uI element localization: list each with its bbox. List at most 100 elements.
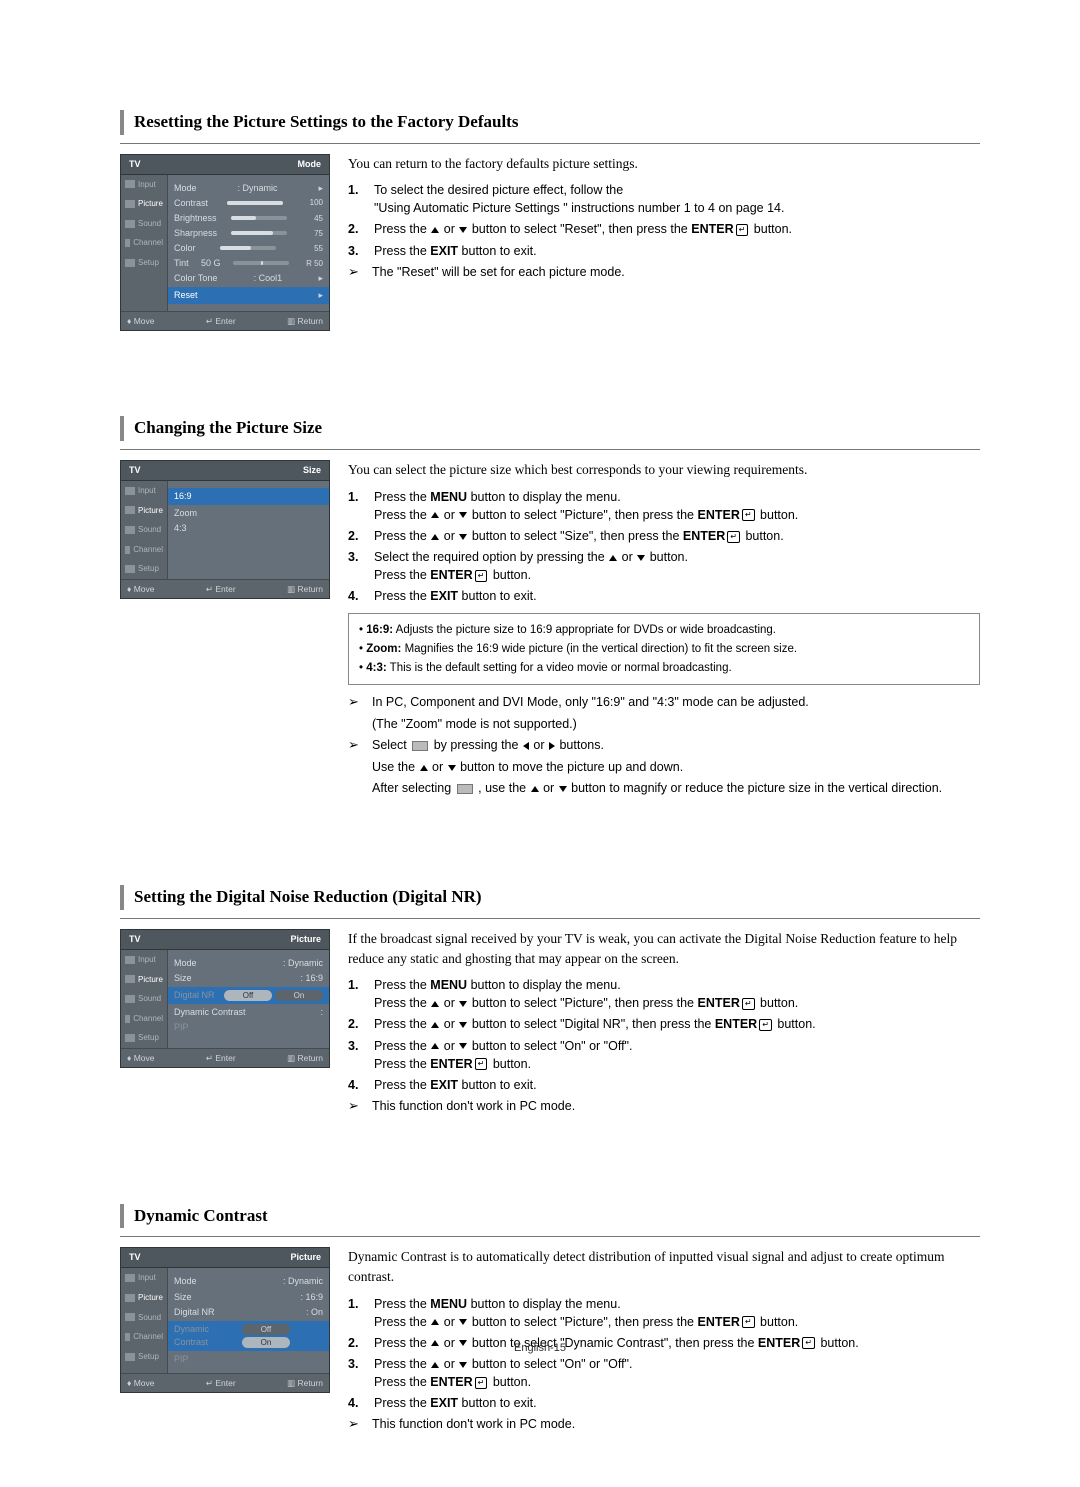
down-icon: [559, 786, 567, 792]
down-icon: [459, 512, 467, 518]
section: Changing the Picture SizeTVSizeInputPict…: [120, 416, 980, 800]
step-item: 4.Press the EXIT button to exit.: [348, 587, 980, 605]
osd-row: Brightness45: [174, 212, 323, 225]
step-item: 2.Press the or button to select "Reset",…: [348, 220, 980, 238]
section: Dynamic ContrastTVPictureInputPictureSou…: [120, 1204, 980, 1437]
note-arrow-icon: [348, 758, 364, 776]
note-arrow-icon: ➢: [348, 736, 364, 755]
step-item: 3.Press the or button to select "On" or …: [348, 1037, 980, 1073]
down-icon: [459, 227, 467, 233]
section-intro: You can select the picture size which be…: [348, 460, 980, 480]
osd-side-item: Sound: [121, 1308, 167, 1328]
osd-row: Zoom: [174, 507, 323, 520]
osd-side-item: Setup: [121, 559, 167, 579]
section-intro: You can return to the factory defaults p…: [348, 154, 980, 174]
menu-category-icon: [125, 220, 135, 228]
enter-icon: ↵: [475, 1058, 488, 1070]
up-icon: [431, 1319, 439, 1325]
osd-foot-return: ▥ Return: [287, 315, 323, 327]
osd-row: Size: 16:9: [174, 972, 323, 985]
osd-foot-move: ♦ Move: [127, 1377, 154, 1389]
note-arrow-icon: ➢: [348, 693, 364, 712]
up-icon: [431, 1362, 439, 1368]
osd-panel: TVPictureInputPictureSoundChannelSetupMo…: [120, 1247, 330, 1393]
osd-row: Digital NROffOn: [168, 987, 329, 1004]
osd-subtitle: Picture: [290, 1251, 321, 1264]
osd-side-item: Input: [121, 175, 167, 195]
osd-side-item: Picture: [121, 1288, 167, 1308]
section-intro: Dynamic Contrast is to automatically det…: [348, 1247, 980, 1286]
menu-category-icon: [125, 1333, 130, 1341]
osd-foot-return: ▥ Return: [287, 583, 323, 595]
page: Resetting the Picture Settings to the Fa…: [0, 0, 1080, 1487]
step-item: 4.Press the EXIT button to exit.: [348, 1394, 980, 1412]
osd-foot-enter: ↵ Enter: [206, 1052, 236, 1064]
osd-row: Mode: Dynamic▸: [174, 182, 323, 195]
menu-category-icon: [125, 956, 135, 964]
osd-side-item: Sound: [121, 214, 167, 234]
menu-category-icon: [125, 1294, 135, 1302]
osd-title: TV: [129, 158, 141, 171]
enter-icon: ↵: [742, 509, 755, 521]
down-icon: [459, 1319, 467, 1325]
osd-row: Reset▸: [168, 287, 329, 304]
osd-row: Digital NR: On: [174, 1306, 323, 1319]
right-icon: [549, 742, 555, 750]
osd-panel: TVModeInputPictureSoundChannelSetupMode:…: [120, 154, 330, 332]
note-line: After selecting , use the or button to m…: [348, 779, 980, 797]
up-icon: [431, 227, 439, 233]
up-icon: [609, 555, 617, 561]
osd-side-item: Input: [121, 1268, 167, 1288]
down-icon: [459, 1043, 467, 1049]
up-icon: [420, 765, 428, 771]
section-title: Changing the Picture Size: [134, 416, 980, 441]
section-title: Dynamic Contrast: [134, 1204, 980, 1229]
section: Resetting the Picture Settings to the Fa…: [120, 110, 980, 331]
osd-side-item: Input: [121, 950, 167, 970]
note-line: (The "Zoom" mode is not supported.): [348, 715, 980, 733]
menu-category-icon: [125, 1313, 135, 1321]
osd-foot-move: ♦ Move: [127, 315, 154, 327]
enter-icon: ↵: [475, 570, 488, 582]
menu-category-icon: [125, 239, 130, 247]
enter-icon: ↵: [475, 1377, 488, 1389]
osd-subtitle: Mode: [298, 158, 322, 171]
osd-row: Color55: [174, 242, 323, 255]
step-item: 4.Press the EXIT button to exit.: [348, 1076, 980, 1094]
osd-row: Mode: Dynamic: [174, 957, 323, 970]
note-line: ➢This function don't work in PC mode.: [348, 1415, 980, 1434]
enter-icon: ↵: [736, 224, 749, 236]
menu-category-icon: [125, 1274, 135, 1282]
osd-foot-enter: ↵ Enter: [206, 315, 236, 327]
step-item: 2.Press the or button to select "Size", …: [348, 527, 980, 545]
enter-icon: ↵: [759, 1019, 772, 1031]
section-title: Setting the Digital Noise Reduction (Dig…: [134, 885, 980, 910]
osd-side-item: Picture: [121, 194, 167, 214]
menu-category-icon: [125, 1015, 130, 1023]
note-arrow-icon: ➢: [348, 263, 364, 282]
osd-title: TV: [129, 1251, 141, 1264]
note-arrow-icon: ➢: [348, 1415, 364, 1434]
osd-title: TV: [129, 464, 141, 477]
menu-category-icon: [125, 995, 135, 1003]
osd-side-item: Setup: [121, 253, 167, 273]
step-item: 1.To select the desired picture effect, …: [348, 181, 980, 217]
section-title: Resetting the Picture Settings to the Fa…: [134, 110, 980, 135]
up-icon: [431, 1001, 439, 1007]
enter-icon: ↵: [742, 998, 755, 1010]
down-icon: [448, 765, 456, 771]
osd-row: Tint50 GR 50: [174, 257, 323, 270]
menu-category-icon: [125, 1034, 135, 1042]
menu-category-icon: [125, 565, 135, 573]
osd-row: Mode: Dynamic: [174, 1275, 323, 1288]
menu-category-icon: [125, 546, 130, 554]
down-icon: [459, 1001, 467, 1007]
down-icon: [459, 534, 467, 540]
note-line: ➢Select by pressing the or buttons.: [348, 736, 980, 755]
step-item: 3.Press the EXIT button to exit.: [348, 242, 980, 260]
osd-foot-return: ▥ Return: [287, 1377, 323, 1389]
osd-row: PIP: [174, 1021, 323, 1034]
osd-row: Size: 16:9: [174, 1291, 323, 1304]
osd-side-item: Sound: [121, 989, 167, 1009]
osd-row: Color Tone: Cool1▸: [174, 272, 323, 285]
